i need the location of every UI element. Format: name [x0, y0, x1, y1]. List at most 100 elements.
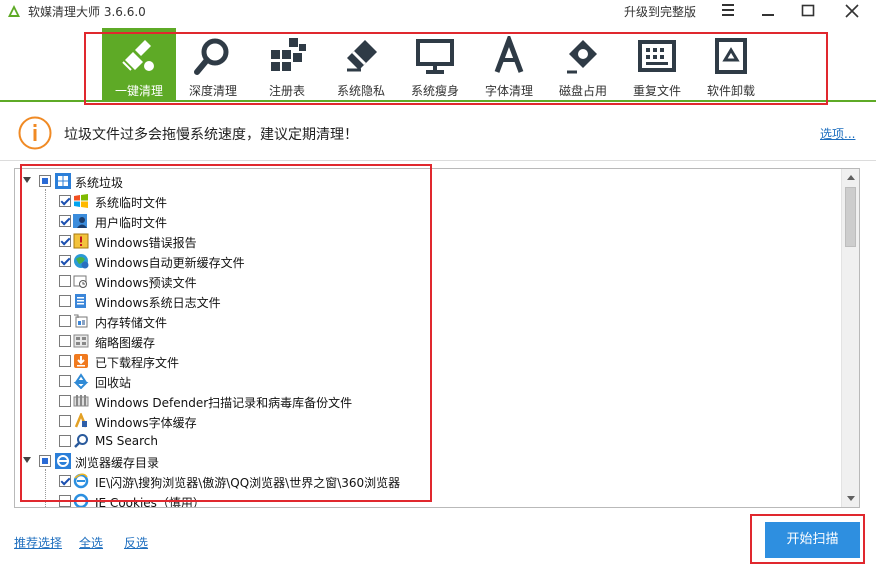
item-label: 用户临时文件	[95, 216, 168, 230]
tool-duplicate-files[interactable]: 重复文件	[620, 28, 694, 100]
item-checkbox[interactable]	[59, 415, 71, 427]
ie-cookies-icon	[73, 493, 89, 507]
font-cache-icon	[74, 413, 88, 428]
tool-label: 系统瘦身	[410, 84, 459, 98]
item-checkbox[interactable]	[59, 355, 71, 367]
globe-update-icon	[74, 254, 89, 269]
tool-label: 字体清理	[484, 84, 533, 98]
tree-group-browser-cache[interactable]: 浏览器缓存目录	[15, 451, 841, 471]
app-title: 软媒清理大师 3.6.6.0	[28, 5, 146, 19]
recycle-icon	[73, 373, 89, 389]
tree-item[interactable]: 内存转储文件	[15, 311, 841, 331]
tree-item[interactable]: IE\闪游\搜狗浏览器\傲游\QQ浏览器\世界之窗\360浏览器	[15, 471, 841, 491]
tool-label: 软件卸载	[706, 84, 755, 98]
minimize-button[interactable]	[748, 0, 788, 22]
tool-software-uninstall[interactable]: 软件卸载	[694, 28, 768, 100]
item-label: 内存转储文件	[95, 316, 168, 330]
clean-items-tree[interactable]: 系统垃圾 系统临时文件 用户临时文件 Windows错误报告 Windows自动…	[14, 168, 860, 508]
item-checkbox[interactable]	[59, 275, 71, 287]
tree-item[interactable]: 缩略图缓存	[15, 331, 841, 351]
tool-label: 磁盘占用	[558, 84, 607, 98]
tree-item[interactable]: Windows字体缓存	[15, 411, 841, 431]
item-label: Windows系统日志文件	[95, 296, 221, 310]
tree-item[interactable]: MS Search	[15, 431, 841, 451]
windows-flag-icon	[74, 194, 88, 208]
tool-disk-usage[interactable]: 磁盘占用	[546, 28, 620, 100]
registry-blocks-icon	[271, 38, 306, 71]
tool-label: 系统隐私	[336, 84, 385, 98]
close-icon	[845, 4, 859, 18]
tree-item[interactable]: Windows错误报告	[15, 231, 841, 251]
item-checkbox[interactable]	[59, 215, 71, 227]
invert-select-link[interactable]: 反选	[124, 534, 148, 551]
eraser-icon	[347, 40, 377, 72]
group-label: 浏览器缓存目录	[75, 456, 160, 470]
log-file-icon	[75, 294, 86, 308]
item-label: 回收站	[95, 376, 132, 390]
item-checkbox[interactable]	[59, 255, 71, 267]
group-checkbox[interactable]	[39, 455, 51, 467]
tree-item[interactable]: 已下载程序文件	[15, 351, 841, 371]
tool-system-slim[interactable]: 系统瘦身	[398, 28, 472, 100]
scroll-up-arrow-icon[interactable]	[847, 175, 855, 180]
vertical-scrollbar[interactable]	[841, 169, 859, 507]
close-button[interactable]	[828, 0, 876, 22]
tool-one-click-clean[interactable]: 一键清理	[102, 28, 176, 100]
tree-item[interactable]: Windows自动更新缓存文件	[15, 251, 841, 271]
item-label: 缩略图缓存	[95, 336, 156, 350]
tree-item[interactable]: Windows系统日志文件	[15, 291, 841, 311]
item-label: Windows错误报告	[95, 236, 197, 250]
thumbnail-icon	[73, 334, 89, 348]
tool-label: 一键清理	[114, 84, 163, 98]
tree-item[interactable]: Windows预读文件	[15, 271, 841, 291]
tree-item[interactable]: 系统临时文件	[15, 191, 841, 211]
item-label: Windows预读文件	[95, 276, 197, 290]
item-checkbox[interactable]	[59, 235, 71, 247]
tool-registry[interactable]: 注册表	[250, 28, 324, 100]
select-all-link[interactable]: 全选	[79, 534, 103, 551]
tree-item[interactable]: Windows Defender扫描记录和病毒库备份文件	[15, 391, 841, 411]
tree-item[interactable]: 回收站	[15, 371, 841, 391]
info-bar: 垃圾文件过多会拖慢系统速度，建议定期清理！ 选项...	[0, 104, 876, 160]
item-checkbox[interactable]	[59, 315, 71, 327]
tool-system-privacy[interactable]: 系统隐私	[324, 28, 398, 100]
scroll-down-arrow-icon[interactable]	[847, 496, 855, 501]
monitor-icon	[416, 39, 454, 74]
item-checkbox[interactable]	[59, 435, 71, 447]
maximize-button[interactable]	[788, 0, 828, 22]
menu-button[interactable]	[708, 0, 748, 22]
item-checkbox[interactable]	[59, 375, 71, 387]
tree-item[interactable]: IE Cookies（慎用）	[15, 491, 841, 507]
collapse-arrow-icon[interactable]	[23, 177, 31, 183]
hamburger-menu-icon	[722, 4, 734, 16]
start-scan-button[interactable]: 开始扫描	[765, 522, 860, 558]
options-link[interactable]: 选项...	[820, 125, 855, 142]
font-letter-a-icon	[494, 36, 524, 73]
group-label: 系统垃圾	[75, 176, 124, 190]
tree-group-system-junk[interactable]: 系统垃圾	[15, 171, 841, 191]
item-checkbox[interactable]	[59, 395, 71, 407]
maximize-icon	[801, 4, 815, 17]
app-logo-icon	[8, 5, 20, 17]
tool-font-clean[interactable]: 字体清理	[472, 28, 546, 100]
upgrade-link[interactable]: 升级到完整版	[624, 3, 696, 20]
title-bar: 软媒清理大师 3.6.6.0 升级到完整版	[0, 0, 876, 22]
item-label: Windows自动更新缓存文件	[95, 256, 245, 270]
scroll-thumb[interactable]	[845, 187, 856, 247]
tree-item[interactable]: 用户临时文件	[15, 211, 841, 231]
broom-icon	[122, 40, 154, 71]
info-icon	[18, 116, 52, 150]
main-toolbar: 一键清理 深度清理 注册表 系统隐私 系统瘦身 字体清理 磁盘占用 重复文件 软…	[0, 22, 876, 102]
item-checkbox[interactable]	[59, 495, 71, 507]
group-checkbox[interactable]	[39, 175, 51, 187]
tool-deep-clean[interactable]: 深度清理	[176, 28, 250, 100]
item-checkbox[interactable]	[59, 475, 71, 487]
item-checkbox[interactable]	[59, 195, 71, 207]
item-label: MS Search	[95, 434, 159, 448]
item-checkbox[interactable]	[59, 335, 71, 347]
item-checkbox[interactable]	[59, 295, 71, 307]
collapse-arrow-icon[interactable]	[23, 457, 31, 463]
ie-logo-icon	[55, 453, 71, 469]
recommend-select-link[interactable]: 推荐选择	[14, 534, 62, 551]
item-label: Windows字体缓存	[95, 416, 197, 430]
